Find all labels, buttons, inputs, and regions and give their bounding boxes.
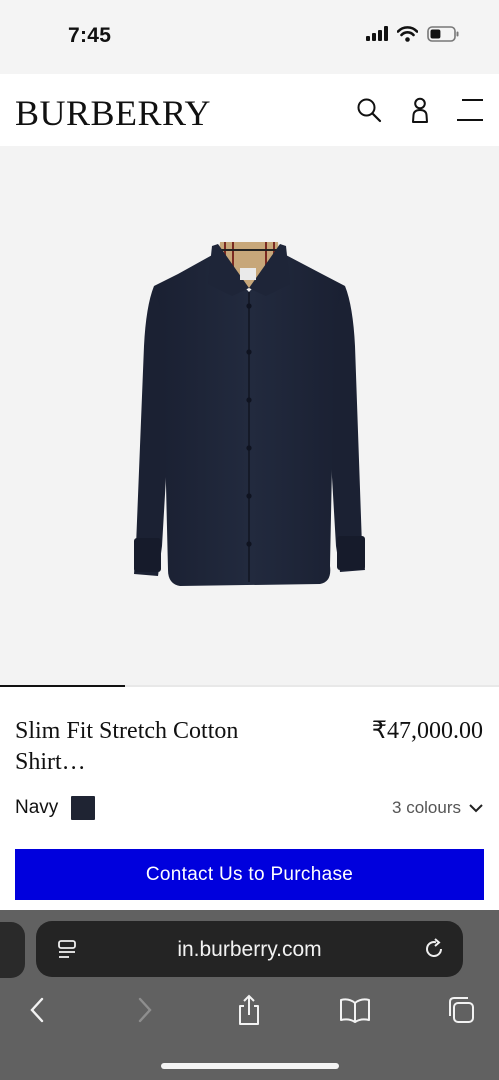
product-price: ₹47,000.00 xyxy=(371,718,483,744)
product-details: Slim Fit Stretch Cotton Shirt… ₹47,000.0… xyxy=(0,687,499,910)
colours-dropdown[interactable]: 3 colours xyxy=(392,798,483,818)
colour-swatch[interactable] xyxy=(71,796,95,820)
reload-icon[interactable] xyxy=(421,936,447,962)
bookmarks-icon[interactable] xyxy=(335,990,375,1030)
selected-colour-label: Navy xyxy=(15,797,59,818)
menu-icon[interactable] xyxy=(453,92,487,128)
account-icon[interactable] xyxy=(403,92,437,128)
contact-us-to-purchase-button[interactable]: Contact Us to Purchase xyxy=(15,849,484,900)
wifi-icon xyxy=(396,25,419,47)
share-icon[interactable] xyxy=(229,990,269,1030)
tabs-icon[interactable] xyxy=(441,990,481,1030)
home-indicator xyxy=(161,1063,339,1069)
burberry-logo[interactable]: BURBERRY xyxy=(15,92,211,134)
address-bar[interactable]: in.burberry.com xyxy=(36,921,463,977)
colours-dropdown-label: 3 colours xyxy=(392,798,461,817)
site-header: BURBERRY xyxy=(0,74,499,146)
battery-icon xyxy=(427,25,459,47)
browser-chrome: in.burberry.com xyxy=(0,910,499,1080)
url-text: in.burberry.com xyxy=(177,938,322,961)
signal-icon xyxy=(366,26,388,46)
previous-tab-preview[interactable] xyxy=(0,922,25,978)
forward-icon[interactable] xyxy=(125,990,165,1030)
shirt-product-image xyxy=(134,242,365,586)
status-bar: 7:45 xyxy=(0,0,499,74)
product-image-gallery[interactable] xyxy=(0,146,499,686)
chevron-down-icon xyxy=(469,798,483,818)
status-time: 7:45 xyxy=(68,24,112,47)
status-icons xyxy=(366,25,459,47)
back-icon[interactable] xyxy=(17,990,57,1030)
product-name[interactable]: Slim Fit Stretch Cotton Shirt… xyxy=(15,716,315,778)
search-icon[interactable] xyxy=(352,92,386,128)
